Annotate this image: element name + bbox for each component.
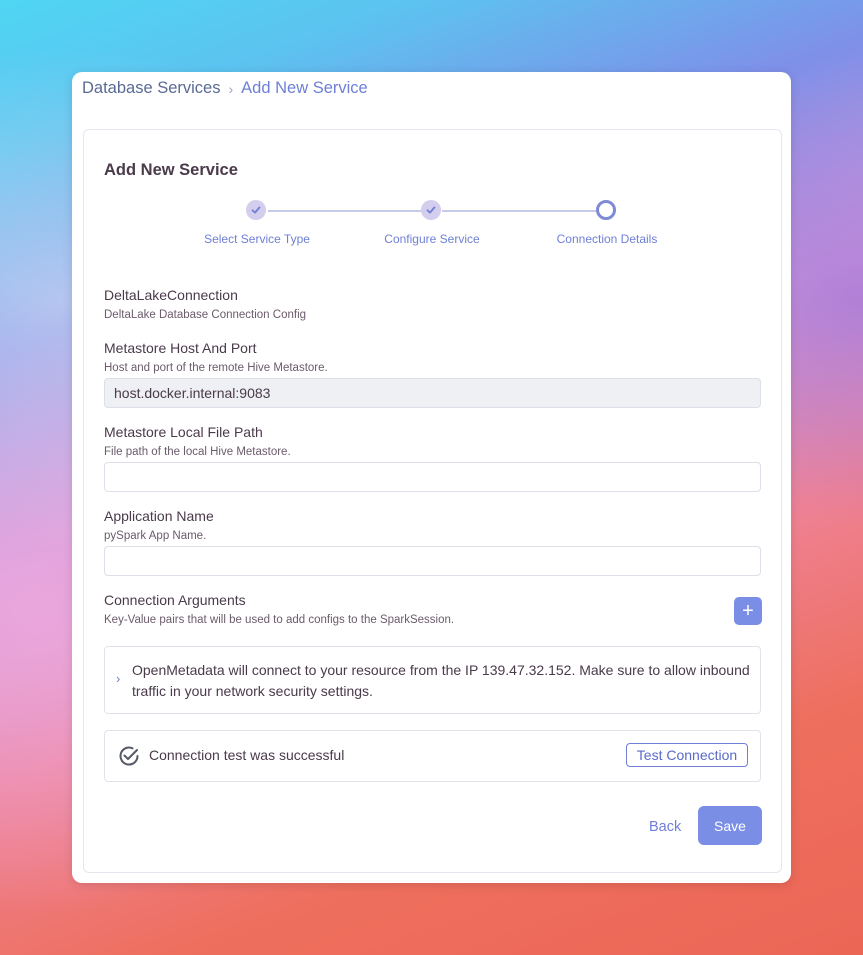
step-3-circle-icon xyxy=(596,200,616,220)
app-name-input[interactable] xyxy=(104,546,761,576)
page-title: Add New Service xyxy=(104,161,238,179)
step-label-select-service-type: Select Service Type xyxy=(204,232,310,246)
save-button[interactable]: Save xyxy=(698,806,762,845)
ip-notice[interactable]: › OpenMetadata will connect to your reso… xyxy=(104,646,761,714)
app-name-label: Application Name xyxy=(104,508,214,524)
chevron-right-icon[interactable]: › xyxy=(116,671,120,686)
test-connection-button[interactable]: Test Connection xyxy=(626,743,748,767)
breadcrumb-separator-icon: › xyxy=(228,80,234,97)
metastore-host-port-input[interactable] xyxy=(104,378,761,408)
breadcrumb-current: Add New Service xyxy=(241,79,368,97)
ip-notice-message: OpenMetadata will connect to your resour… xyxy=(132,662,750,699)
metastore-file-path-description: File path of the local Hive Metastore. xyxy=(104,446,291,458)
connection-arguments-description: Key-Value pairs that will be used to add… xyxy=(104,614,455,626)
connection-description: DeltaLake Database Connection Config xyxy=(104,309,307,321)
service-form-panel: Add New Service Select Service Type Conf… xyxy=(83,129,782,873)
connection-arguments-label: Connection Arguments xyxy=(104,592,246,608)
connection-test-panel: Connection test was successful Test Conn… xyxy=(104,730,761,782)
stepper: Select Service Type Configure Service Co… xyxy=(84,200,781,260)
stepper-line-1 xyxy=(268,210,422,212)
metastore-file-path-label: Metastore Local File Path xyxy=(104,424,263,440)
step-label-configure-service: Configure Service xyxy=(384,232,480,246)
step-2-check-icon xyxy=(421,200,441,220)
check-circle-icon xyxy=(117,744,141,768)
add-service-card: Database Services › Add New Service Add … xyxy=(72,72,791,883)
add-connection-argument-button[interactable]: + xyxy=(734,597,762,625)
step-1-check-icon xyxy=(246,200,266,220)
back-button[interactable]: Back xyxy=(649,819,681,835)
metastore-host-port-label: Metastore Host And Port xyxy=(104,340,257,356)
metastore-file-path-input[interactable] xyxy=(104,462,761,492)
connection-title: DeltaLakeConnection xyxy=(104,287,238,303)
app-name-description: pySpark App Name. xyxy=(104,530,207,542)
stepper-line-2 xyxy=(442,210,596,212)
plus-icon: + xyxy=(742,600,754,622)
metastore-host-port-description: Host and port of the remote Hive Metasto… xyxy=(104,362,328,374)
connection-test-status: Connection test was successful xyxy=(149,747,345,763)
step-label-connection-details: Connection Details xyxy=(556,232,658,246)
breadcrumb: Database Services › Add New Service xyxy=(82,79,368,98)
breadcrumb-database-services[interactable]: Database Services xyxy=(82,79,221,98)
